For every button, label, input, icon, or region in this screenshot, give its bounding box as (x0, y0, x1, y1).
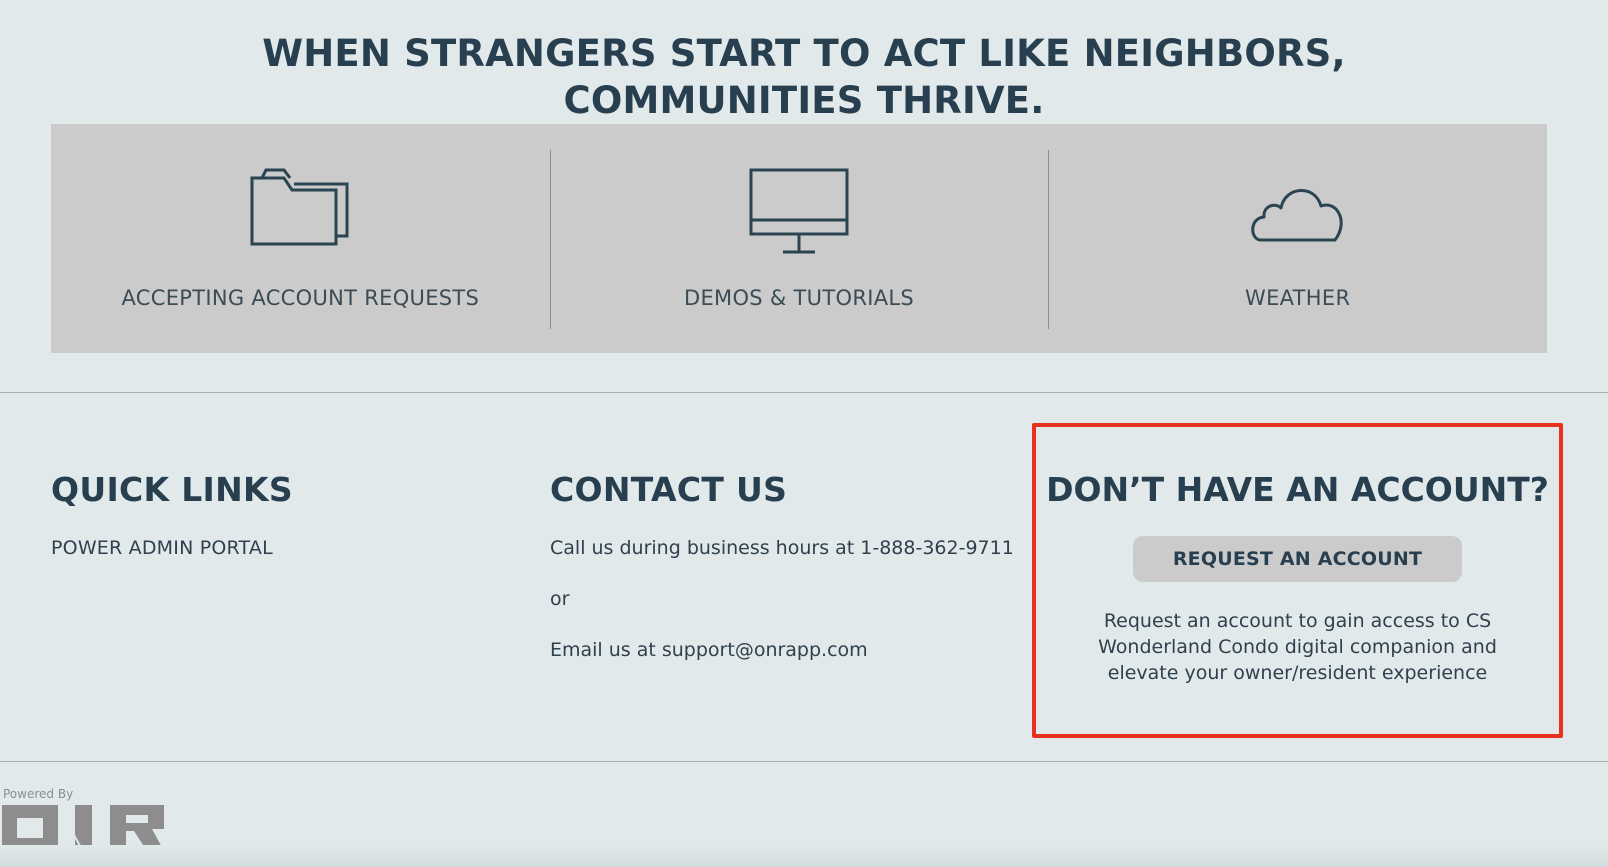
features-panel: ACCEPTING ACCOUNT REQUESTS DEMOS & TUTOR… (51, 124, 1547, 353)
bottom-shade (0, 845, 1608, 867)
contact-heading: CONTACT US (550, 470, 788, 509)
folder-icon (250, 168, 350, 252)
contact-or: or (550, 588, 570, 610)
feature-label: ACCEPTING ACCOUNT REQUESTS (121, 286, 480, 310)
account-heading: DON’T HAVE AN ACCOUNT? (1046, 470, 1549, 509)
feature-label: DEMOS & TUTORIALS (684, 286, 914, 310)
section-divider (0, 392, 1608, 393)
footer-divider (0, 761, 1608, 762)
feature-weather[interactable]: WEATHER (1048, 124, 1547, 353)
page-headline: WHEN STRANGERS START TO ACT LIKE NEIGHBO… (262, 32, 1346, 122)
cloud-icon (1247, 180, 1349, 248)
power-admin-portal-link[interactable]: POWER ADMIN PORTAL (51, 537, 273, 559)
powered-by-label: Powered By (3, 787, 74, 801)
feature-demos-tutorials[interactable]: DEMOS & TUTORIALS (549, 124, 1049, 353)
request-account-button[interactable]: REQUEST AN ACCOUNT (1133, 536, 1462, 582)
account-description: Request an account to gain access to CS … (1098, 610, 1497, 684)
contact-email: Email us at support@onrapp.com (550, 639, 868, 661)
quick-links-heading: QUICK LINKS (51, 470, 293, 509)
feature-label: WEATHER (1245, 286, 1351, 310)
feature-account-requests[interactable]: ACCEPTING ACCOUNT REQUESTS (51, 124, 550, 353)
monitor-icon (749, 168, 849, 260)
contact-phone: Call us during business hours at 1-888-3… (550, 537, 1014, 559)
